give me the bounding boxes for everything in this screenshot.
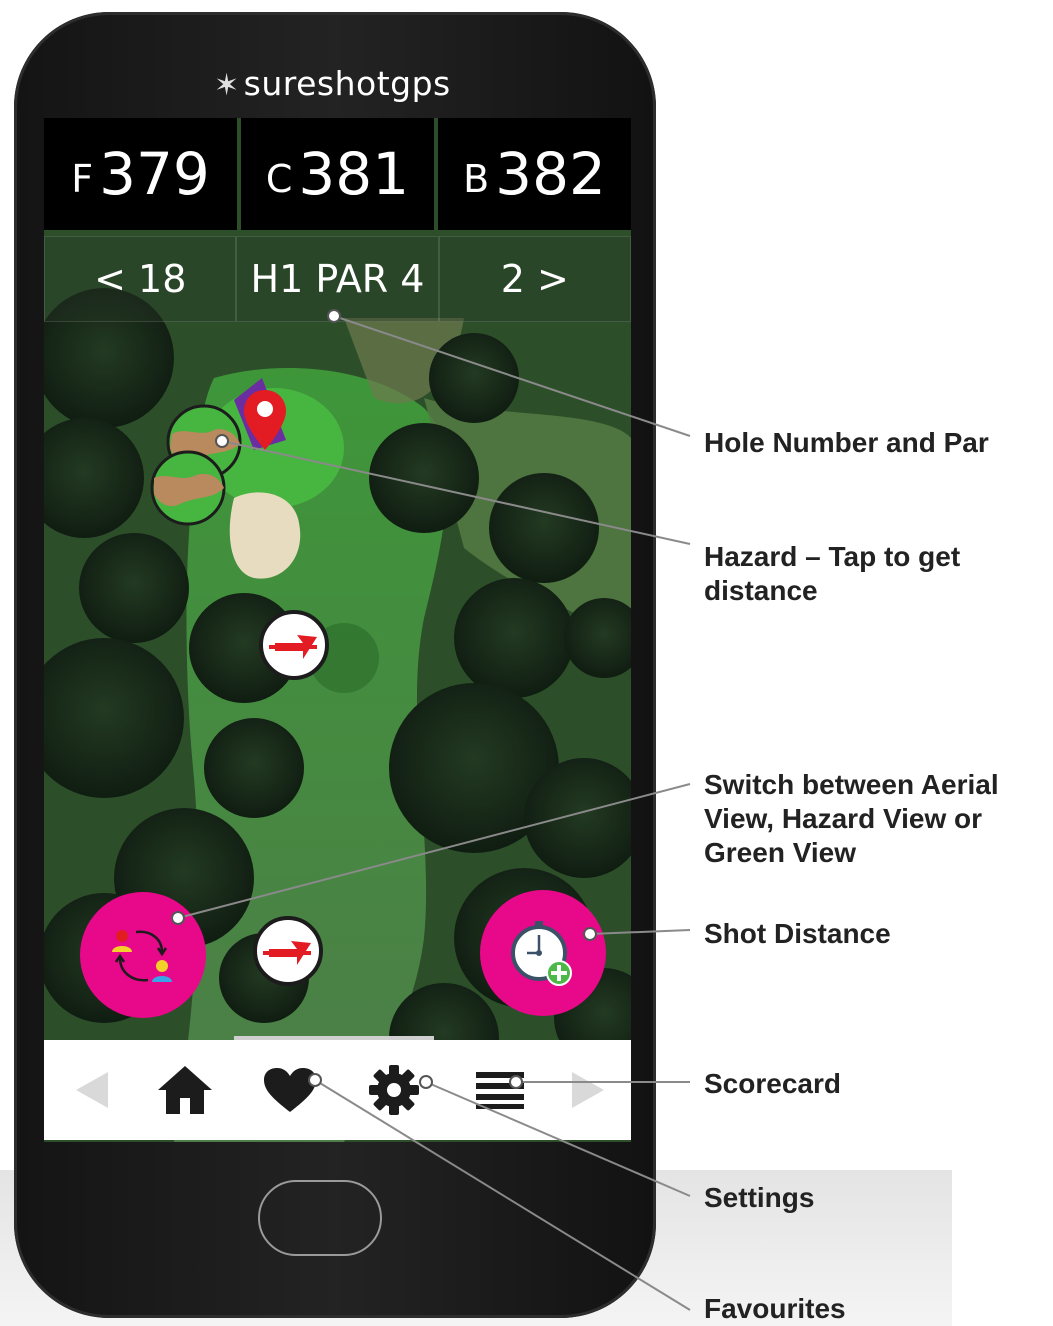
- triangle-right-icon: [572, 1072, 604, 1108]
- view-switch-icon: [112, 930, 172, 982]
- previous-hole-button[interactable]: < 18: [44, 236, 237, 322]
- center-distance[interactable]: C 381: [241, 118, 434, 230]
- callout-hazard: Hazard – Tap to get distance: [704, 541, 961, 606]
- distance-bar: F 379 C 381 B 382: [44, 118, 631, 230]
- callout-hole: Hole Number and Par: [704, 427, 989, 458]
- view-switch-button[interactable]: [80, 892, 206, 1018]
- front-value: 379: [99, 140, 210, 208]
- front-label: F: [71, 157, 94, 201]
- home-icon: [158, 1066, 212, 1114]
- bottom-nav: [44, 1040, 631, 1140]
- gear-icon: [369, 1065, 419, 1115]
- current-hole-label: H1 PAR 4: [236, 236, 439, 322]
- next-hole-button[interactable]: 2 >: [438, 236, 631, 322]
- home-button[interactable]: [154, 1062, 216, 1118]
- menu-lines-icon: [476, 1072, 524, 1109]
- settings-button[interactable]: [366, 1062, 422, 1118]
- hole-navigation: < 18 H1 PAR 4 2 >: [44, 236, 631, 322]
- back-value: 382: [495, 140, 606, 208]
- center-value: 381: [298, 140, 410, 208]
- brand-name: sureshotgps: [243, 64, 451, 103]
- triangle-left-icon: [76, 1072, 108, 1108]
- back-distance[interactable]: B 382: [438, 118, 631, 230]
- shot-distance-button[interactable]: [480, 890, 606, 1016]
- layup-marker-2-icon[interactable]: [253, 916, 323, 986]
- scorecard-button[interactable]: [472, 1062, 528, 1118]
- callout-favourites: Favourites: [704, 1293, 846, 1324]
- pin-icon[interactable]: [242, 388, 288, 452]
- back-label: B: [463, 157, 490, 201]
- stopwatch-add-icon: [511, 921, 572, 986]
- phone-home-button[interactable]: [258, 1180, 382, 1256]
- callout-shot: Shot Distance: [704, 918, 891, 949]
- callout-settings: Settings: [704, 1182, 815, 1213]
- nav-prev-button[interactable]: [72, 1062, 112, 1118]
- favourites-button[interactable]: [260, 1062, 320, 1118]
- layup-marker-icon[interactable]: [259, 610, 329, 680]
- brand-logo: ✶ sureshotgps: [214, 64, 514, 103]
- center-label: C: [265, 157, 293, 201]
- callout-scorecard: Scorecard: [704, 1068, 841, 1099]
- star-logo-icon: ✶: [214, 68, 240, 103]
- hazard-marker-2-icon[interactable]: [150, 450, 230, 530]
- heart-icon: [264, 1068, 316, 1112]
- nav-next-button[interactable]: [568, 1062, 608, 1118]
- front-distance[interactable]: F 379: [44, 118, 237, 230]
- map-screen[interactable]: F 379 C 381 B 382 < 18 H1 PAR 4 2 >: [44, 118, 631, 1142]
- callout-view: Switch between Aerial View, Hazard View …: [704, 769, 999, 868]
